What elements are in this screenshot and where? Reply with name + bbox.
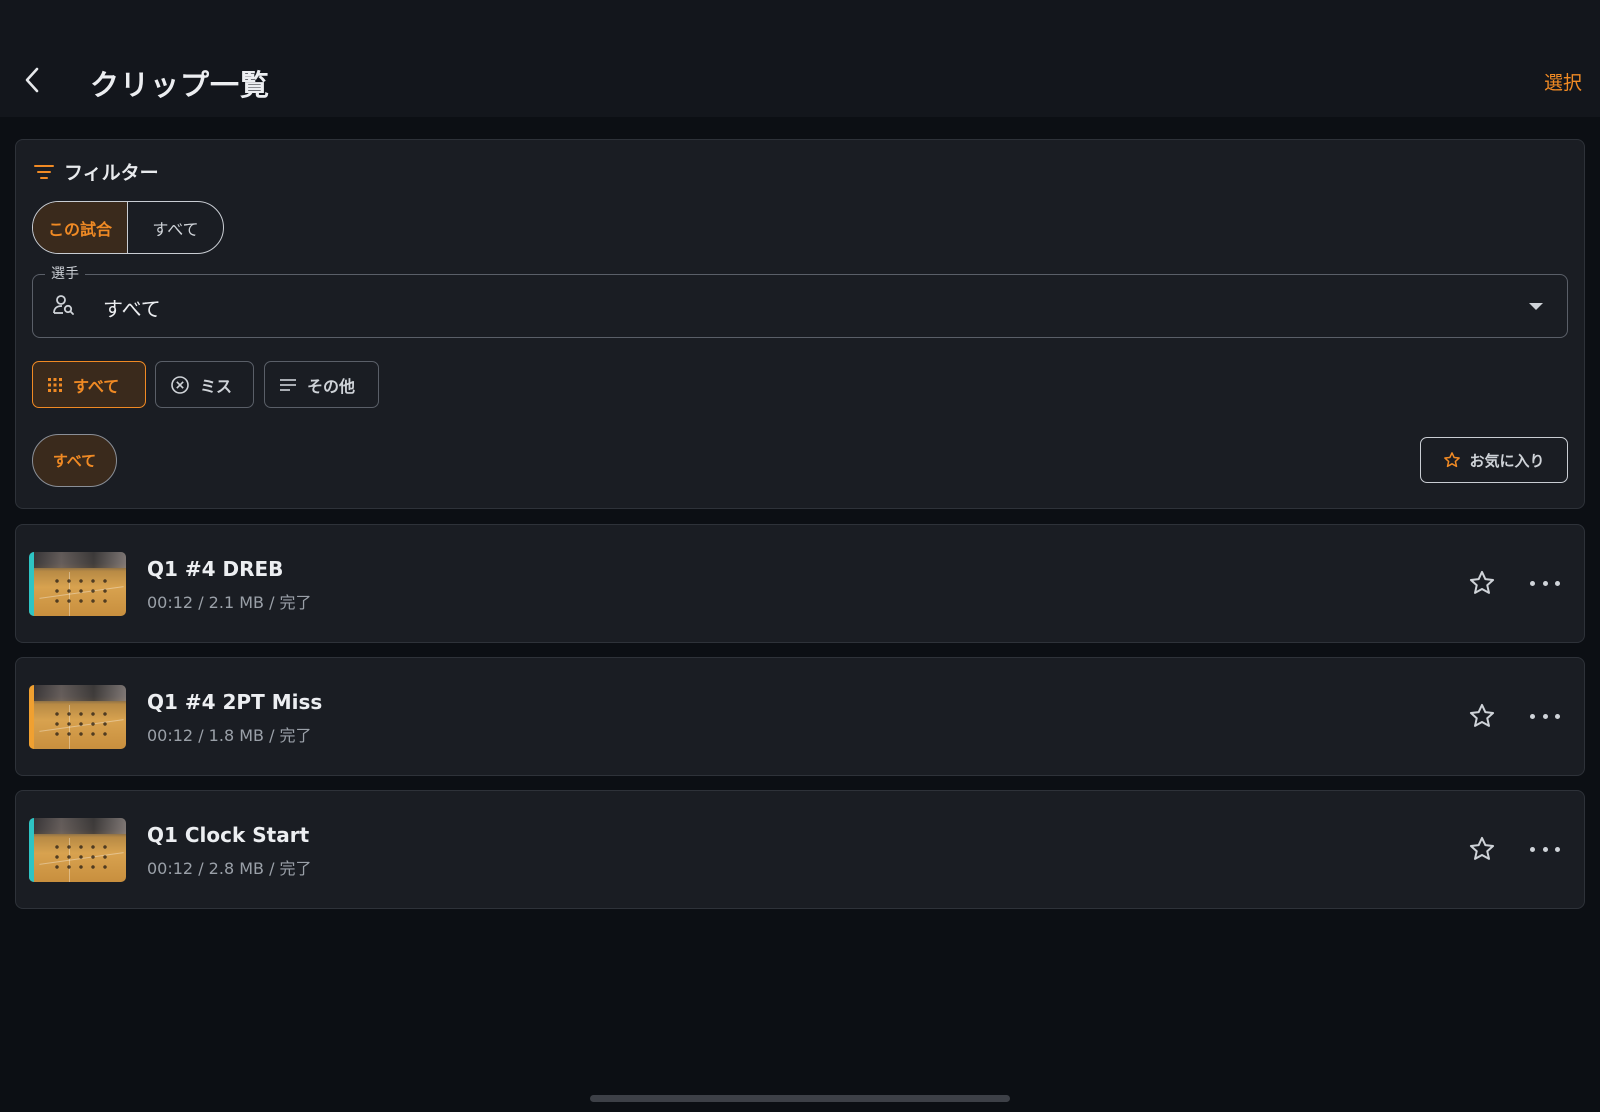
type-chip-label: ミス <box>200 376 233 396</box>
favorites-label: お気に入り <box>1469 451 1545 470</box>
star-icon <box>1444 452 1461 468</box>
scope-this-game[interactable]: この試合 <box>33 202 128 253</box>
player-select-value: すべて <box>103 297 161 321</box>
clip-accent-bar <box>29 818 34 882</box>
type-chip-label: その他 <box>307 376 356 396</box>
clip-meta: 00:12 / 2.1 MB / 完了 <box>147 593 312 612</box>
clip-thumbnail <box>29 685 126 749</box>
app-bar: クリップ一覧 選択 <box>0 0 1600 117</box>
clip-row[interactable]: Q1 Clock Start 00:12 / 2.8 MB / 完了 <box>15 790 1585 909</box>
filter-icon <box>34 164 54 179</box>
filter-panel: フィルター この試合 すべて 選手 すべて すべて ミス その他 すべて お気に… <box>15 139 1585 509</box>
home-indicator[interactable] <box>590 1095 1010 1102</box>
page-title: クリップ一覧 <box>90 68 271 102</box>
clip-accent-bar <box>29 685 34 749</box>
quarter-filter-all[interactable]: すべて <box>32 434 117 487</box>
chevron-left-icon <box>25 67 39 93</box>
type-chip-label: すべて <box>73 376 120 396</box>
star-icon <box>1469 836 1495 860</box>
back-button[interactable] <box>14 60 50 100</box>
clip-thumbnail <box>29 552 126 616</box>
player-select[interactable]: 選手 すべて <box>32 263 1568 338</box>
player-field-label: 選手 <box>45 263 85 283</box>
star-icon <box>1469 570 1495 594</box>
lines-icon <box>280 378 296 391</box>
favorite-toggle[interactable] <box>1468 702 1496 734</box>
person-search-icon <box>53 295 74 315</box>
favorite-toggle[interactable] <box>1468 569 1496 601</box>
clip-meta: 00:12 / 1.8 MB / 完了 <box>147 726 312 745</box>
x-circle-icon <box>171 375 189 394</box>
clip-row[interactable]: Q1 #4 DREB 00:12 / 2.1 MB / 完了 <box>15 524 1585 643</box>
favorites-filter-button[interactable]: お気に入り <box>1420 437 1568 483</box>
filter-header: フィルター <box>34 158 159 185</box>
star-icon <box>1469 703 1495 727</box>
clip-row[interactable]: Q1 #4 2PT Miss 00:12 / 1.8 MB / 完了 <box>15 657 1585 776</box>
clip-title: Q1 Clock Start <box>147 823 310 847</box>
more-options-icon[interactable] <box>1530 837 1560 861</box>
clip-meta: 00:12 / 2.8 MB / 完了 <box>147 859 312 878</box>
clip-thumbnail <box>29 818 126 882</box>
clip-title: Q1 #4 DREB <box>147 557 284 581</box>
scope-all[interactable]: すべて <box>128 202 223 253</box>
favorite-toggle[interactable] <box>1468 835 1496 867</box>
type-chip-miss[interactable]: ミス <box>155 361 254 408</box>
clip-title: Q1 #4 2PT Miss <box>147 690 323 714</box>
type-chip-all[interactable]: すべて <box>32 361 146 408</box>
dropdown-caret-icon <box>1529 303 1543 310</box>
scope-segmented-control: この試合 すべて <box>32 201 224 254</box>
filter-heading: フィルター <box>64 162 159 184</box>
clip-accent-bar <box>29 552 34 616</box>
more-options-icon[interactable] <box>1530 704 1560 728</box>
more-options-icon[interactable] <box>1530 571 1560 595</box>
select-button[interactable]: 選択 <box>1544 68 1582 95</box>
type-chip-other[interactable]: その他 <box>264 361 379 408</box>
grid-icon <box>48 377 62 392</box>
